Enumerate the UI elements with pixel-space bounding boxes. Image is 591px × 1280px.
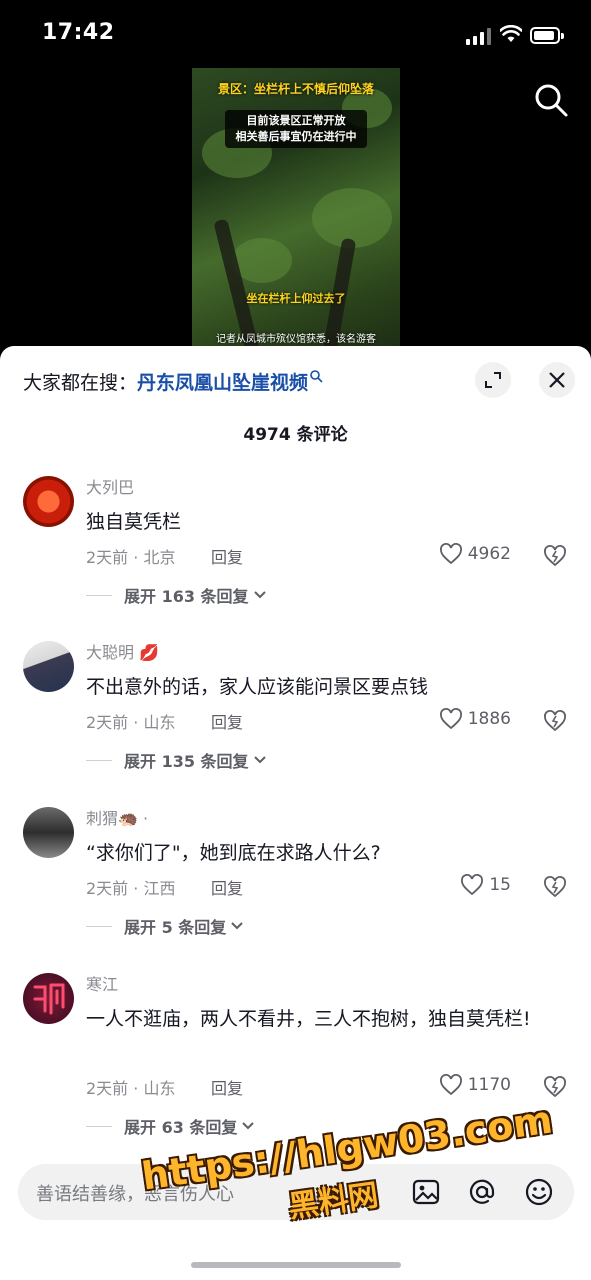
expand-replies-button[interactable]: 展开 63 条回复: [86, 1114, 255, 1138]
expand-button[interactable]: [475, 362, 511, 398]
like-button[interactable]: 15: [460, 874, 511, 896]
search-icon: [310, 370, 323, 383]
comment-count: 4974 条评论: [243, 425, 348, 445]
expand-replies-button[interactable]: 展开 5 条回复: [86, 914, 244, 938]
like-count: 1886: [467, 709, 511, 729]
comment-username-text: 大聪明: [86, 643, 135, 662]
image-icon[interactable]: [411, 1177, 441, 1207]
divider: [86, 759, 112, 761]
divider: [86, 1125, 112, 1127]
hot-search-keyword[interactable]: 丹东凤凰山坠崖视频: [137, 372, 308, 394]
expand-replies-label: 展开 163 条回复: [124, 587, 249, 606]
reply-button[interactable]: 回复: [211, 1075, 243, 1099]
heart-icon: [461, 874, 484, 896]
dislike-icon[interactable]: [543, 709, 567, 733]
status-time: 17:42: [42, 20, 115, 45]
chevron-down-icon: [253, 591, 266, 599]
video-bottom-caption: 记者从凤城市殡仪馆获悉，该名游客: [216, 334, 376, 345]
comment-text[interactable]: 不出意外的话，家人应该能问景区要点钱: [86, 671, 556, 704]
chevron-down-icon: [242, 1122, 255, 1130]
like-button[interactable]: 1886: [439, 708, 511, 730]
status-bar: 17:42: [0, 0, 591, 70]
heart-icon: [439, 1074, 462, 1096]
heart-icon: [439, 543, 462, 565]
comment-sheet: 大家都在搜：丹东凤凰山坠崖视频 4974 条评论 大列巴 独自莫凭栏 2天前 ·…: [0, 346, 591, 1280]
expand-replies-button[interactable]: 展开 135 条回复: [86, 748, 267, 772]
at-icon[interactable]: [467, 1177, 497, 1207]
emoji-icon[interactable]: [524, 1177, 554, 1207]
dislike-icon[interactable]: [543, 1075, 567, 1099]
wifi-icon: [500, 25, 522, 42]
expand-replies-label: 展开 5 条回复: [124, 918, 227, 937]
comment-meta: 2天前 · 山东: [86, 1079, 176, 1098]
video-title-caption: 景区：坐栏杆上不慎后仰坠落: [217, 82, 374, 96]
chevron-down-icon: [231, 922, 243, 930]
comment-username-text: 刺猬: [86, 809, 119, 828]
avatar-emblem-icon: [33, 983, 65, 1015]
divider: [86, 925, 112, 927]
battery-icon: [530, 27, 564, 44]
search-icon[interactable]: [533, 82, 569, 118]
reply-button[interactable]: 回复: [211, 709, 243, 733]
reply-button[interactable]: 回复: [211, 875, 243, 899]
like-count: 1170: [467, 1075, 511, 1095]
avatar[interactable]: [23, 476, 74, 527]
reply-button[interactable]: 回复: [211, 544, 243, 568]
user-badge: 🦔 ·: [118, 809, 149, 828]
dislike-icon[interactable]: [543, 875, 567, 899]
expand-replies-button[interactable]: 展开 163 条回复: [86, 583, 267, 607]
expand-replies-label: 展开 135 条回复: [124, 752, 249, 771]
like-count: 15: [489, 875, 511, 895]
dislike-icon[interactable]: [543, 544, 567, 568]
hot-search-bar[interactable]: 大家都在搜：丹东凤凰山坠崖视频: [23, 368, 323, 395]
video-subtitle: 坐在栏杆上仰过去了: [246, 292, 346, 305]
comment-meta: 2天前 · 北京: [86, 548, 176, 567]
divider: [86, 594, 112, 596]
video-notice-line2: 相关善后事宜仍在进行中: [235, 130, 357, 143]
chevron-down-icon: [253, 756, 266, 764]
comment-username[interactable]: 刺猬🦔 ·: [86, 805, 148, 829]
close-button[interactable]: [539, 362, 575, 398]
hot-search-prefix: 大家都在搜：: [23, 372, 138, 394]
video-notice: 目前该景区正常开放 相关善后事宜仍在进行中: [225, 110, 367, 148]
comment-text[interactable]: 一人不逛庙，两人不看井，三人不抱树，独自莫凭栏!: [86, 1003, 556, 1036]
comment-username[interactable]: 大列巴: [86, 474, 134, 498]
cellular-signal-icon: [466, 27, 492, 45]
comment-text[interactable]: “求你们了"，她到底在求路人什么?: [86, 837, 556, 870]
comment-meta: 2天前 · 江西: [86, 879, 176, 898]
like-button[interactable]: 4962: [439, 543, 511, 565]
home-indicator[interactable]: [191, 1262, 401, 1268]
expand-icon: [485, 372, 501, 388]
avatar[interactable]: [23, 641, 74, 692]
heart-icon: [439, 708, 462, 730]
like-count: 4962: [467, 544, 511, 564]
expand-replies-label: 展开 63 条回复: [124, 1118, 238, 1137]
comment-username[interactable]: 寒江: [86, 971, 118, 995]
video-notice-line1: 目前该景区正常开放: [246, 114, 346, 127]
comment-text[interactable]: 独自莫凭栏: [86, 506, 556, 539]
close-icon: [549, 372, 565, 388]
comment-username[interactable]: 大聪明 💋: [86, 639, 159, 663]
user-badge: 💋: [139, 643, 160, 662]
avatar[interactable]: [23, 807, 74, 858]
comment-meta: 2天前 · 山东: [86, 713, 176, 732]
avatar[interactable]: [23, 973, 74, 1024]
video-player[interactable]: 景区：坐栏杆上不慎后仰坠落 目前该景区正常开放 相关善后事宜仍在进行中 坐在栏杆…: [192, 68, 400, 358]
like-button[interactable]: 1170: [439, 1074, 511, 1096]
